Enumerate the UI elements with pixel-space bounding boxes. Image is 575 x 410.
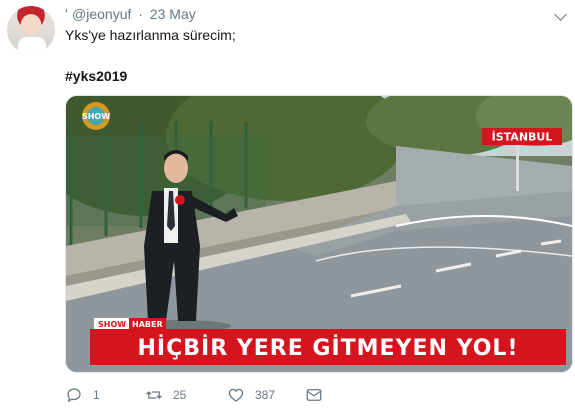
message-icon [306,389,322,401]
tweet-actions: 1 25 387 [65,386,545,406]
avatar[interactable] [7,6,55,54]
display-name[interactable]: ʻ [65,6,68,22]
banner-section-text: HABER [132,320,163,329]
tweet-date[interactable]: 23 May [150,6,196,22]
news-screenshot: İSTANBUL SHOW SHOW HABER HİÇBİR YERE GİT… [66,96,572,372]
tweet-text: Yks'ye hazırlanma sürecim; [65,27,236,43]
channel-logo-text: SHOW [82,112,110,121]
banner-channel-text: SHOW [98,320,126,329]
user-handle[interactable]: @jeonyuf [72,6,131,22]
retweet-count: 25 [173,388,187,402]
reply-icon [67,388,81,403]
like-icon [228,388,244,402]
tweet[interactable]: ʻ @jeonyuf · 23 May Yks'ye hazırlanma sü… [0,0,575,410]
hashtag-link[interactable]: #yks2019 [65,68,127,84]
like-count: 387 [255,388,276,402]
road-sign-text: İSTANBUL [492,130,553,144]
tweet-media-image[interactable]: İSTANBUL SHOW SHOW HABER HİÇBİR YERE GİT… [65,95,573,373]
tweet-header: ʻ @jeonyuf · 23 May [65,6,196,22]
reply-count: 1 [93,388,100,402]
direct-message-button[interactable] [305,386,323,404]
banner-headline: HİÇBİR YERE GİTMEYEN YOL! [138,335,519,361]
chevron-down-icon[interactable] [554,8,567,21]
retweet-icon [146,391,162,399]
like-button[interactable]: 387 [227,386,275,404]
header-separator: · [138,6,143,22]
retweet-button[interactable]: 25 [145,386,186,404]
reply-button[interactable]: 1 [65,386,100,404]
